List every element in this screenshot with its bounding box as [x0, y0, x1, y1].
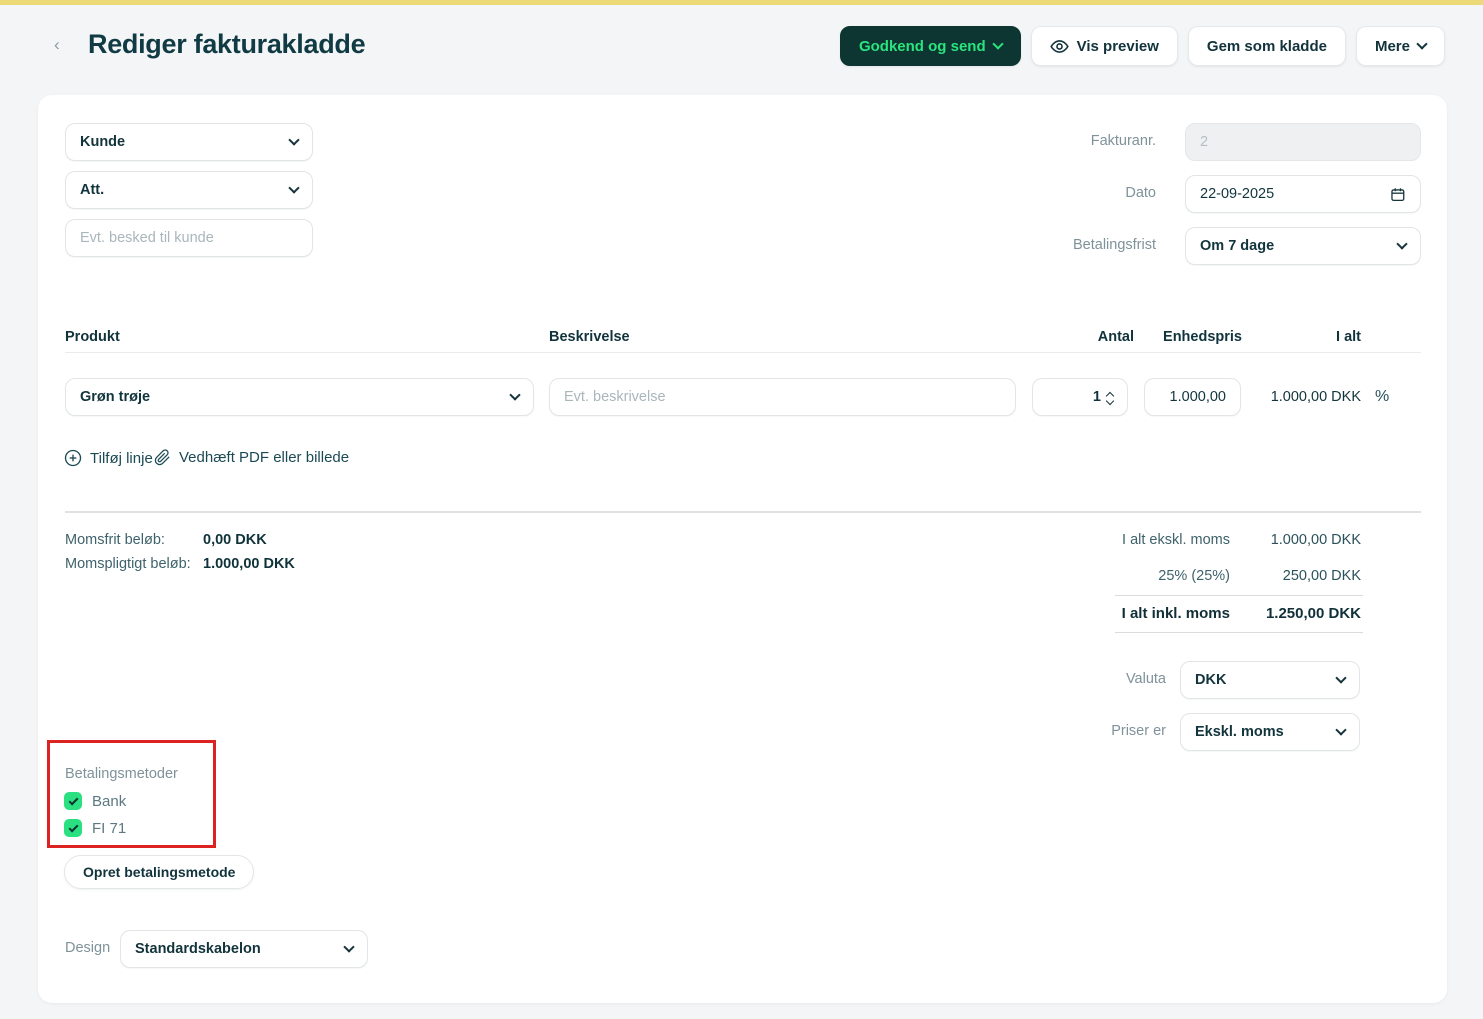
date-input[interactable] [1200, 186, 1391, 202]
column-header-product: Produkt [65, 329, 120, 345]
add-line-label: Tilføj linje [90, 449, 153, 467]
unit-price-input[interactable] [1159, 389, 1226, 405]
column-header-description: Beskrivelse [549, 329, 630, 345]
prices-are-label: Priser er [1111, 723, 1166, 739]
vat-liable-value: 1.000,00 DKK [203, 556, 295, 572]
header-actions: Godkend og send Vis preview Gem som klad… [839, 26, 1445, 66]
show-preview-button[interactable]: Vis preview [1030, 26, 1178, 66]
attention-select[interactable]: Att. [65, 171, 313, 209]
currency-value: DKK [1195, 672, 1227, 688]
vat-amount-value: 250,00 DKK [1282, 568, 1361, 584]
customer-select[interactable]: Kunde [65, 123, 313, 161]
subtotal-value: 1.000,00 DKK [1270, 532, 1361, 548]
invoice-number-field [1185, 123, 1421, 161]
chevron-down-icon [1416, 38, 1428, 50]
column-header-unit-price: Enhedspris [1163, 329, 1242, 345]
checkbox-bank[interactable] [64, 792, 82, 810]
product-select[interactable]: Grøn trøje [65, 378, 534, 416]
chevron-down-icon [991, 38, 1004, 50]
totals-divider [1115, 595, 1363, 596]
currency-select[interactable]: DKK [1180, 661, 1360, 699]
save-draft-button[interactable]: Gem som kladde [1187, 26, 1346, 66]
attach-file-label: Vedhæft PDF eller billede [179, 449, 350, 466]
customer-message-input[interactable] [80, 230, 298, 246]
payment-method-bank-label: Bank [92, 792, 127, 810]
checkmark-icon [68, 795, 78, 805]
attach-file-button[interactable]: Vedhæft PDF eller billede [154, 449, 349, 466]
chevron-down-icon [288, 182, 300, 194]
approve-and-send-button[interactable]: Godkend og send [839, 26, 1021, 66]
plus-circle-icon [64, 449, 82, 467]
chevron-down-icon [343, 941, 355, 953]
invoice-form-card: Kunde Att. Fakturanr. Dato Betalingsfris… [38, 95, 1447, 1003]
prices-are-value: Ekskl. moms [1195, 724, 1284, 740]
back-chevron-icon[interactable]: ‹ [54, 35, 60, 55]
invoice-editor-page: ‹ Rediger fakturakladde Godkend og send … [0, 0, 1483, 1019]
date-field [1185, 175, 1421, 213]
paperclip-icon [154, 449, 170, 466]
calendar-icon[interactable] [1390, 186, 1406, 203]
table-header-divider [65, 352, 1421, 353]
add-line-button[interactable]: Tilføj linje [64, 449, 153, 467]
top-accent-bar [0, 0, 1483, 5]
page-title: Rediger fakturakladde [88, 29, 366, 59]
vat-free-label: Momsfrit beløb: [65, 532, 165, 548]
chevron-down-icon [288, 134, 300, 146]
column-header-total: I alt [1336, 329, 1361, 345]
payment-terms-value: Om 7 dage [1200, 238, 1275, 254]
checkbox-fi71[interactable] [64, 819, 82, 837]
chevron-down-icon [1335, 672, 1347, 684]
payment-terms-select[interactable]: Om 7 dage [1185, 227, 1421, 265]
payment-method-fi71[interactable]: FI 71 [64, 819, 126, 837]
invoice-number-label: Fakturanr. [1090, 133, 1156, 149]
totals-divider-bottom [1115, 632, 1363, 633]
attention-select-label: Att. [80, 182, 105, 198]
eye-icon [1049, 39, 1069, 53]
prices-are-select[interactable]: Ekskl. moms [1180, 713, 1360, 751]
quantity-input[interactable] [1047, 389, 1101, 405]
chevron-down-icon [1396, 238, 1408, 250]
design-template-value: Standardskabelon [135, 941, 261, 957]
create-payment-method-button[interactable]: Opret betalingsmetode [64, 855, 255, 889]
payment-method-fi71-label: FI 71 [92, 819, 127, 837]
section-divider [65, 511, 1421, 513]
grand-total-value: 1.250,00 DKK [1265, 605, 1361, 622]
product-select-value: Grøn trøje [80, 389, 151, 405]
line-total-value: 1.000,00 DKK [1270, 389, 1361, 405]
payment-terms-label: Betalingsfrist [1072, 237, 1156, 253]
design-template-select[interactable]: Standardskabelon [120, 930, 368, 968]
more-button[interactable]: Mere [1355, 26, 1445, 66]
show-preview-label: Vis preview [1076, 37, 1159, 55]
chevron-down-icon [1335, 724, 1347, 736]
save-draft-label: Gem som kladde [1206, 37, 1327, 55]
invoice-number-input [1200, 134, 1406, 150]
approve-and-send-label: Godkend og send [858, 37, 986, 55]
quantity-field [1032, 378, 1128, 416]
more-label: Mere [1374, 37, 1410, 55]
vat-liable-label: Momspligtigt beløb: [65, 556, 191, 572]
customer-select-label: Kunde [80, 134, 126, 150]
quantity-stepper[interactable] [1105, 391, 1115, 405]
vat-free-value: 0,00 DKK [203, 532, 267, 548]
column-header-quantity: Antal [1097, 329, 1134, 345]
description-field [549, 378, 1016, 416]
chevron-down-icon [509, 389, 521, 401]
discount-percent-toggle[interactable]: % [1375, 378, 1399, 416]
checkmark-icon [68, 822, 78, 832]
payment-method-bank[interactable]: Bank [64, 792, 126, 810]
customer-message-field [65, 219, 313, 257]
currency-label: Valuta [1125, 671, 1166, 687]
payment-methods-label: Betalingsmetoder [65, 766, 178, 782]
description-input[interactable] [564, 389, 1001, 405]
unit-price-field [1144, 378, 1241, 416]
design-label: Design [65, 940, 111, 956]
date-label: Dato [1125, 185, 1156, 201]
